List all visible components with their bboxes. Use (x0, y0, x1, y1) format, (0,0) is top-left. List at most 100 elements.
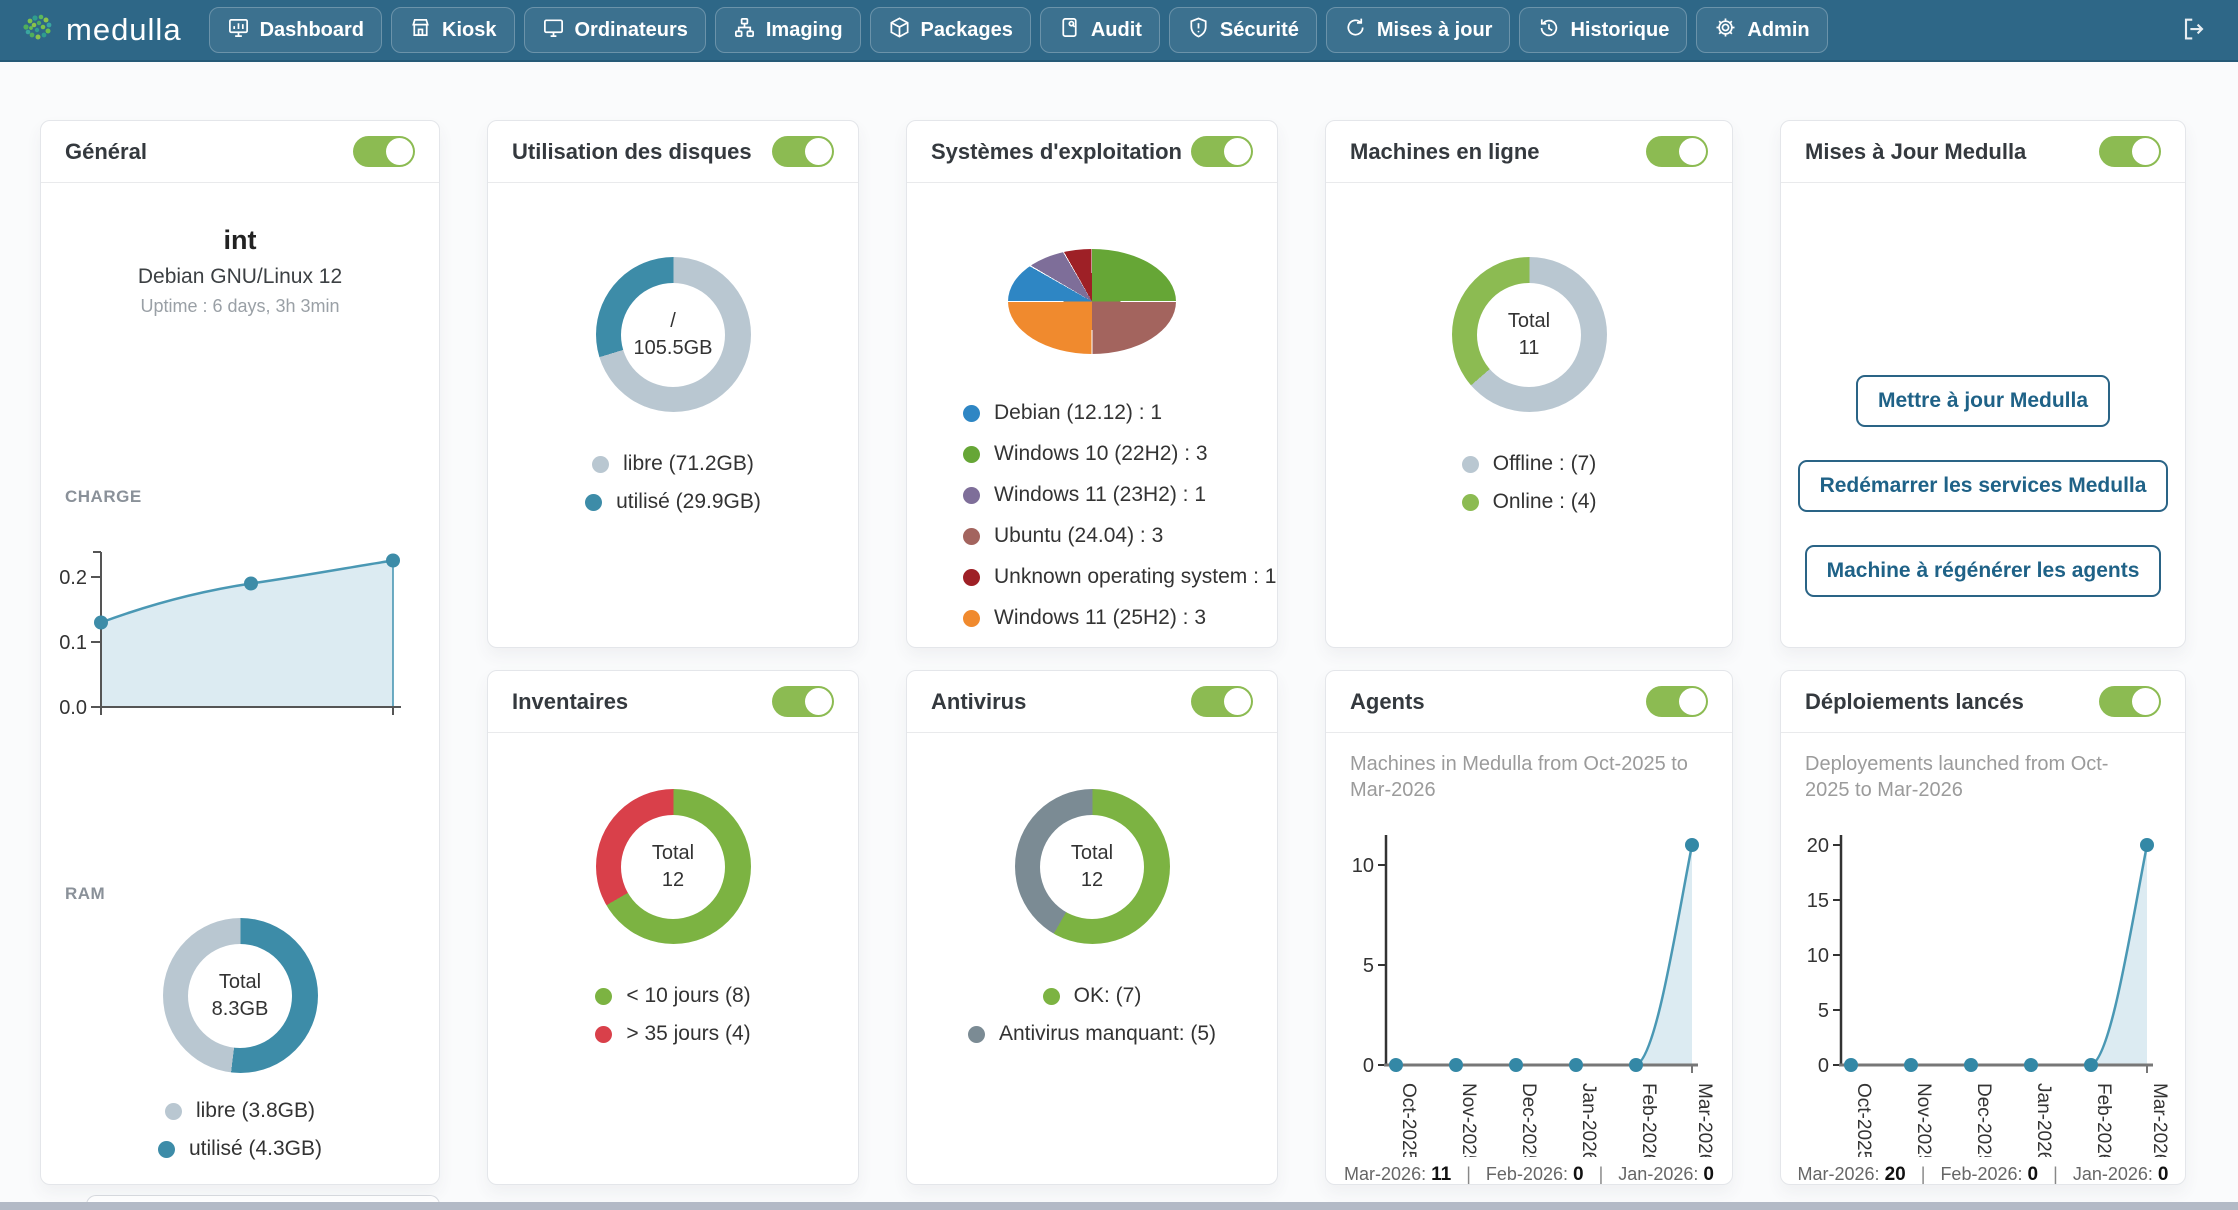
legend-item: utilisé (29.9GB) (488, 490, 858, 514)
online-total-label: Total (1508, 308, 1550, 335)
legend-dot (963, 528, 980, 545)
ram-donut-chart: Total 8.3GB (163, 918, 318, 1073)
brand-name: medulla (66, 12, 182, 48)
logout-button[interactable] (2162, 8, 2220, 53)
inventories-legend: < 10 jours (8) > 35 jours (4) (488, 970, 858, 1060)
medulla-logo[interactable]: medulla (18, 11, 182, 50)
card-deployments: Déploiements lancés Deployements launche… (1780, 670, 2186, 1185)
legend-dot (1043, 988, 1060, 1005)
svg-text:Feb-2026: Feb-2026 (2093, 1083, 2114, 1157)
dashboard-icon (227, 16, 250, 45)
nav-item-mises-a-jour[interactable]: Mises à jour (1326, 7, 1511, 53)
nav-item-imaging[interactable]: Imaging (715, 7, 861, 53)
svg-text:20: 20 (1807, 835, 1829, 857)
ram-legend: libre (3.8GB) utilisé (4.3GB) (41, 1099, 439, 1161)
card-agents: Agents Machines in Medulla from Oct-2025… (1325, 670, 1733, 1185)
svg-text:15: 15 (1807, 890, 1829, 912)
card-inventories-toggle[interactable] (772, 686, 834, 717)
card-medulla-updates-title: Mises à Jour Medulla (1805, 139, 2026, 165)
nav-item-kiosk[interactable]: Kiosk (391, 7, 514, 53)
card-antivirus-title: Antivirus (931, 689, 1026, 715)
card-inventories-title: Inventaires (512, 689, 628, 715)
nav-item-dashboard[interactable]: Dashboard (209, 7, 382, 53)
card-machines-online-toggle[interactable] (1646, 136, 1708, 167)
nav-item-audit[interactable]: Audit (1040, 7, 1160, 53)
horizontal-scrollbar[interactable] (0, 1202, 2238, 1210)
host-os: Debian GNU/Linux 12 (41, 265, 439, 289)
nav-item-securite[interactable]: Sécurité (1169, 7, 1317, 53)
card-deployments-toggle[interactable] (2099, 686, 2161, 717)
nav-item-historique[interactable]: Historique (1519, 7, 1687, 53)
card-medulla-updates: Mises à Jour Medulla Mettre à jour Medul… (1780, 120, 2186, 648)
card-medulla-updates-toggle[interactable] (2099, 136, 2161, 167)
os-pie-chart (1008, 249, 1176, 354)
legend-dot (963, 446, 980, 463)
deployments-chart-subtitle: Deployements launched from Oct-2025 to M… (1781, 733, 2151, 803)
card-os-toggle[interactable] (1191, 136, 1253, 167)
ram-label: RAM (41, 884, 439, 904)
legend-item: libre (71.2GB) (488, 452, 858, 476)
legend-dot (595, 1026, 612, 1043)
logout-icon (2176, 32, 2206, 47)
card-operating-systems: Systèmes d'exploitation Debian (12.12) :… (906, 120, 1278, 648)
card-disk-usage-title: Utilisation des disques (512, 139, 752, 165)
card-general-toggle[interactable] (353, 136, 415, 167)
antivirus-total-label: Total (1071, 840, 1113, 867)
online-total-value: 11 (1519, 335, 1540, 362)
card-agents-toggle[interactable] (1646, 686, 1708, 717)
legend-item: Windows 10 (22H2) : 3 (963, 442, 1277, 466)
packages-icon (888, 16, 911, 45)
svg-text:5: 5 (1818, 1000, 1829, 1022)
medulla-update-actions: Mettre à jour Medulla Redémarrer les ser… (1781, 183, 2185, 647)
legend-item: utilisé (4.3GB) (41, 1137, 439, 1161)
legend-item: Debian (12.12) : 1 (963, 401, 1277, 425)
history-icon (1537, 16, 1560, 45)
security-icon (1187, 16, 1210, 45)
card-general: Général int Debian GNU/Linux 12 Uptime :… (40, 120, 440, 1185)
admin-icon (1714, 16, 1737, 45)
inventories-total-label: Total (652, 840, 694, 867)
legend-dot (595, 988, 612, 1005)
legend-dot (963, 569, 980, 586)
svg-text:0: 0 (1363, 1055, 1374, 1077)
legend-dot (1462, 494, 1479, 511)
card-disk-usage-toggle[interactable] (772, 136, 834, 167)
host-uptime: Uptime : 6 days, 3h 3min (41, 296, 439, 317)
audit-icon (1058, 16, 1081, 45)
charge-area-chart: 0.2 0.1 0.0 (41, 507, 433, 739)
card-antivirus-toggle[interactable] (1191, 686, 1253, 717)
antivirus-legend: OK: (7) Antivirus manquant: (5) (907, 970, 1277, 1060)
regenerate-agents-button[interactable]: Machine à régénérer les agents (1805, 545, 2162, 597)
top-navbar: medulla Dashboard Kiosk Ordinateurs Imag… (0, 0, 2238, 62)
nav-item-packages[interactable]: Packages (870, 7, 1031, 53)
os-legend: Debian (12.12) : 1 Windows 10 (22H2) : 3… (963, 384, 1277, 647)
svg-text:5: 5 (1363, 955, 1374, 977)
online-legend: Offline : (7) Online : (4) (1326, 438, 1732, 528)
svg-text:Mar-2026: Mar-2026 (2149, 1083, 2170, 1157)
nav-item-ordinateurs[interactable]: Ordinateurs (524, 7, 706, 53)
nav-item-admin[interactable]: Admin (1696, 7, 1827, 53)
agents-chart-footer: Mar-2026: 11 | Feb-2026: 0 | Jan-2026: 0 (1326, 1164, 1732, 1185)
updates-icon (1344, 16, 1367, 45)
legend-item: Online : (4) (1326, 490, 1732, 514)
svg-text:0: 0 (1818, 1055, 1829, 1077)
ram-total-value: 8.3GB (212, 996, 269, 1023)
update-medulla-button[interactable]: Mettre à jour Medulla (1856, 375, 2110, 427)
legend-item: < 10 jours (8) (488, 984, 858, 1008)
antivirus-total-value: 12 (1081, 867, 1103, 894)
card-disk-usage: Utilisation des disques / 105.5GB libre … (487, 120, 859, 648)
restart-services-button[interactable]: Redémarrer les services Medulla (1798, 460, 2169, 512)
hostname: int (41, 225, 439, 256)
legend-item: Windows 11 (25H2) : 3 (963, 606, 1277, 630)
disk-mount-label: / (670, 308, 676, 335)
charge-label: CHARGE (41, 487, 439, 507)
ram-section: RAM Total 8.3GB libre (3.8GB) utilisé (4… (41, 884, 439, 1175)
svg-text:Dec-2025: Dec-2025 (1518, 1083, 1539, 1157)
svg-text:Jan-2026: Jan-2026 (2033, 1083, 2054, 1157)
svg-text:Oct-2025: Oct-2025 (1853, 1083, 1874, 1157)
ram-total-label: Total (219, 969, 261, 996)
dashboard-grid: Général int Debian GNU/Linux 12 Uptime :… (0, 62, 2238, 1185)
card-os-title: Systèmes d'exploitation (931, 139, 1182, 165)
deployments-chart-footer: Mar-2026: 20 | Feb-2026: 0 | Jan-2026: 0 (1781, 1164, 2185, 1185)
deployments-line-chart: 20 15 10 5 0 Oct-2025 Nov-2025 Dec-2025 … (1783, 807, 2179, 1157)
